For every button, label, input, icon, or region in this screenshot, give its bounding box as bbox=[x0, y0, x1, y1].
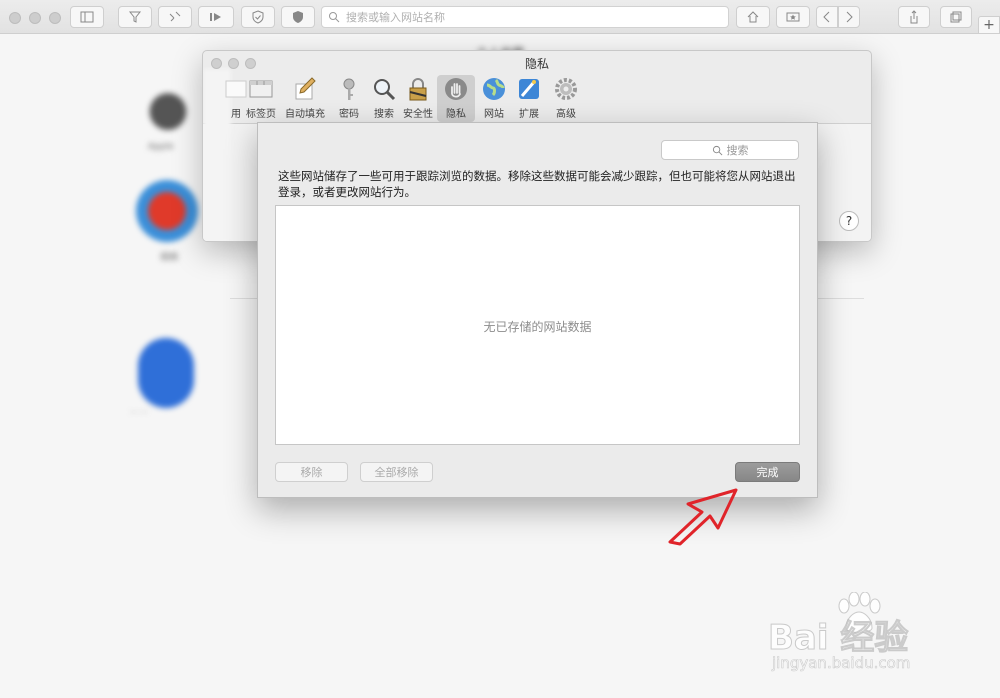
share-icon bbox=[910, 10, 918, 24]
new-tab-button[interactable]: + bbox=[978, 16, 1000, 34]
home-icon bbox=[747, 11, 759, 23]
prefs-window-title: 隐私 bbox=[524, 57, 549, 71]
tab-label: 隐私 bbox=[446, 109, 466, 120]
empty-list-message: 无已存储的网站数据 bbox=[483, 320, 592, 334]
forward-button[interactable] bbox=[838, 6, 860, 28]
tabs-icon bbox=[249, 80, 273, 98]
search-placeholder: 搜索 bbox=[726, 144, 749, 157]
bookmark-button[interactable] bbox=[776, 6, 810, 28]
done-button[interactable]: 完成 bbox=[735, 462, 800, 482]
remove-all-button[interactable]: 全部移除 bbox=[360, 462, 433, 482]
globe-icon bbox=[483, 78, 505, 100]
tab-security[interactable]: 安全性 bbox=[403, 75, 433, 120]
tabs-overview-icon bbox=[950, 11, 962, 23]
lock-icon bbox=[409, 78, 427, 101]
gear-icon bbox=[555, 78, 577, 100]
website-search-field[interactable]: 搜索 bbox=[661, 140, 799, 160]
sidebar-icon bbox=[80, 11, 94, 23]
tab-passwords[interactable]: 密码 bbox=[334, 75, 364, 120]
remove-button[interactable]: 移除 bbox=[275, 462, 348, 482]
minimize-window-button[interactable] bbox=[29, 12, 41, 24]
back-button[interactable] bbox=[816, 6, 838, 28]
help-button[interactable]: ? bbox=[839, 211, 859, 231]
tab-websites[interactable]: 网站 bbox=[479, 75, 509, 120]
zoom-window-button[interactable] bbox=[49, 12, 61, 24]
annotation-arrow-icon bbox=[668, 488, 738, 546]
tab-label: 扩展 bbox=[519, 109, 539, 120]
autofill-icon bbox=[295, 77, 316, 100]
app-favorite-icon[interactable] bbox=[138, 338, 194, 408]
shield-button[interactable] bbox=[241, 6, 275, 28]
privacy-shield-button[interactable] bbox=[281, 6, 315, 28]
plus-icon: + bbox=[983, 17, 995, 33]
sheet-description: 这些网站储存了一些可用于跟踪浏览的数据。移除这些数据可能会减少跟踪，但也可能将您… bbox=[278, 169, 796, 199]
tabs-overview-button[interactable] bbox=[940, 6, 972, 28]
watermark-url: jingyan.baidu.com bbox=[772, 654, 911, 673]
address-bar[interactable]: 搜索或输入网站名称 bbox=[321, 6, 729, 28]
shield-icon bbox=[293, 11, 303, 23]
tab-privacy[interactable]: 隐私 bbox=[437, 75, 475, 122]
star-icon bbox=[786, 12, 800, 22]
chevron-left-icon bbox=[823, 11, 830, 23]
website-data-sheet: 搜索 这些网站储存了一些可用于跟踪浏览的数据。移除这些数据可能会减少跟踪，但也可… bbox=[257, 122, 818, 498]
apple-favorite-icon[interactable]: ● bbox=[138, 80, 198, 140]
tab-extensions[interactable]: 扩展 bbox=[514, 75, 544, 120]
favorite-label-3: ··· ··· bbox=[130, 408, 148, 417]
magnifier-icon bbox=[374, 79, 396, 101]
sidebar-toggle-button[interactable] bbox=[70, 6, 104, 28]
tab-label: 搜索 bbox=[374, 109, 394, 120]
tab-search[interactable]: 搜索 bbox=[369, 75, 399, 120]
close-window-button[interactable] bbox=[9, 12, 21, 24]
search-icon bbox=[712, 145, 722, 155]
website-data-list[interactable]: 无已存储的网站数据 bbox=[275, 205, 800, 445]
search-icon bbox=[329, 12, 340, 23]
key-icon bbox=[343, 78, 355, 100]
hand-icon bbox=[445, 78, 467, 100]
funnel-icon bbox=[128, 11, 142, 23]
address-placeholder: 搜索或输入网站名称 bbox=[346, 11, 445, 24]
tab-autofill[interactable]: 自动填充 bbox=[285, 75, 325, 120]
play-icon bbox=[210, 13, 221, 21]
tab-label: 安全性 bbox=[403, 109, 433, 120]
shield-check-icon bbox=[252, 10, 264, 24]
home-button[interactable] bbox=[736, 6, 770, 28]
tab-label: 标签页 bbox=[246, 109, 276, 120]
filter-button[interactable] bbox=[118, 6, 152, 28]
media-button[interactable] bbox=[198, 6, 234, 28]
tab-label: 用 bbox=[231, 109, 241, 120]
watermark-brand: Bai 经验 bbox=[767, 618, 909, 659]
puzzle-icon bbox=[519, 79, 539, 99]
browser-toolbar: 搜索或输入网站名称 + bbox=[0, 0, 1000, 34]
favorite-label-1: Apple bbox=[148, 142, 174, 152]
video-favorite-icon[interactable] bbox=[136, 180, 198, 242]
chevron-right-icon bbox=[846, 11, 853, 23]
tab-label: 网站 bbox=[484, 109, 504, 120]
baidu-watermark: Bai 经验 jingyan.baidu.com bbox=[767, 592, 988, 680]
tab-label: 自动填充 bbox=[285, 109, 325, 120]
tools-button[interactable] bbox=[158, 6, 192, 28]
tab-advanced[interactable]: 高级 bbox=[551, 75, 581, 120]
tab-tabs[interactable]: 标签页 bbox=[246, 75, 276, 120]
share-button[interactable] bbox=[898, 6, 930, 28]
tab-label: 高级 bbox=[556, 109, 576, 120]
favorite-label-2: 视频 bbox=[160, 253, 179, 263]
tools-icon bbox=[169, 11, 181, 22]
tab-label: 密码 bbox=[339, 109, 359, 120]
